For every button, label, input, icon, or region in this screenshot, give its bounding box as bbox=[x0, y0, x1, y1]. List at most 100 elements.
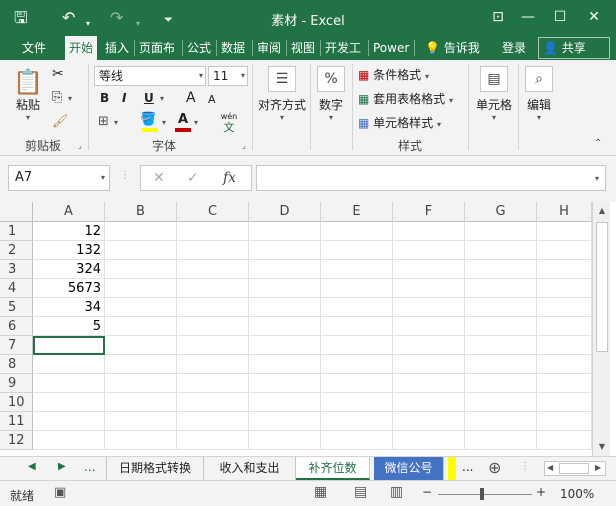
close-icon[interactable]: ✕ bbox=[582, 6, 606, 28]
cell-h2[interactable] bbox=[537, 241, 592, 260]
cell-f1[interactable] bbox=[393, 222, 465, 241]
cell-e11[interactable] bbox=[321, 412, 393, 431]
column-header-b[interactable]: B bbox=[105, 202, 177, 222]
scroll-down-icon[interactable]: ▼ bbox=[593, 442, 611, 451]
maximize-icon[interactable]: ☐ bbox=[548, 6, 572, 28]
cell-d9[interactable] bbox=[249, 374, 321, 393]
cell-h6[interactable] bbox=[537, 317, 592, 336]
scroll-up-icon[interactable]: ▲ bbox=[593, 206, 611, 215]
paste-button[interactable]: 📋 粘贴 ▾ bbox=[12, 68, 44, 128]
cell-f5[interactable] bbox=[393, 298, 465, 317]
row-header-7[interactable]: 7 bbox=[0, 336, 33, 355]
font-color-dropdown-icon[interactable]: ▾ bbox=[194, 118, 198, 127]
editing-button[interactable]: ⌕ 编辑 ▾ bbox=[522, 66, 556, 122]
cell-d2[interactable] bbox=[249, 241, 321, 260]
cancel-icon[interactable]: ✕ bbox=[153, 170, 165, 186]
font-color-button[interactable]: A bbox=[174, 112, 192, 132]
zoom-out-icon[interactable]: − bbox=[422, 485, 432, 499]
clipboard-launcher-icon[interactable]: ⌟ bbox=[78, 141, 82, 150]
column-header-g[interactable]: G bbox=[465, 202, 537, 222]
cell-b10[interactable] bbox=[105, 393, 177, 412]
cell-f7[interactable] bbox=[393, 336, 465, 355]
cell-d11[interactable] bbox=[249, 412, 321, 431]
page-break-view-icon[interactable]: ▥ bbox=[390, 484, 403, 500]
cell-a10[interactable] bbox=[33, 393, 105, 412]
cell-c11[interactable] bbox=[177, 412, 249, 431]
cell-a11[interactable] bbox=[33, 412, 105, 431]
cell-g1[interactable] bbox=[465, 222, 537, 241]
row-header-12[interactable]: 12 bbox=[0, 431, 33, 450]
font-launcher-icon[interactable]: ⌟ bbox=[242, 141, 246, 150]
copy-icon[interactable]: ⎘ bbox=[52, 90, 62, 105]
cell-c12[interactable] bbox=[177, 431, 249, 450]
cell-g6[interactable] bbox=[465, 317, 537, 336]
tab-split-grip-icon[interactable]: ⋮ bbox=[520, 461, 530, 472]
cells-button[interactable]: ▤ 单元格 ▾ bbox=[472, 66, 516, 122]
next-sheet-icon[interactable]: ▶ bbox=[58, 461, 66, 472]
formula-input[interactable]: ▾ bbox=[256, 165, 606, 191]
format-painter-icon[interactable]: 🖌 bbox=[52, 114, 69, 129]
cell-h12[interactable] bbox=[537, 431, 592, 450]
share-button[interactable]: 👤 共享 bbox=[538, 37, 610, 59]
sheet-ellipsis-left[interactable]: ... bbox=[84, 460, 95, 474]
cell-a4[interactable]: 5673 bbox=[33, 279, 105, 298]
cell-e9[interactable] bbox=[321, 374, 393, 393]
number-format-button[interactable]: % 数字 ▾ bbox=[314, 66, 348, 122]
cell-f9[interactable] bbox=[393, 374, 465, 393]
row-header-10[interactable]: 10 bbox=[0, 393, 33, 412]
cell-b6[interactable] bbox=[105, 317, 177, 336]
cell-d6[interactable] bbox=[249, 317, 321, 336]
phonetic-button[interactable]: wén 文 bbox=[218, 112, 240, 133]
cell-f6[interactable] bbox=[393, 317, 465, 336]
cell-e1[interactable] bbox=[321, 222, 393, 241]
scroll-right-icon[interactable]: ▶ bbox=[595, 463, 601, 472]
cell-e12[interactable] bbox=[321, 431, 393, 450]
cell-f8[interactable] bbox=[393, 355, 465, 374]
row-header-9[interactable]: 9 bbox=[0, 374, 33, 393]
tab-review[interactable]: 审阅 bbox=[253, 36, 285, 60]
cell-b5[interactable] bbox=[105, 298, 177, 317]
cell-a12[interactable] bbox=[33, 431, 105, 450]
cell-c3[interactable] bbox=[177, 260, 249, 279]
row-header-4[interactable]: 4 bbox=[0, 279, 33, 298]
cell-d7[interactable] bbox=[249, 336, 321, 355]
cell-d12[interactable] bbox=[249, 431, 321, 450]
tell-me-box[interactable]: 💡 告诉我 bbox=[421, 36, 484, 60]
cell-f4[interactable] bbox=[393, 279, 465, 298]
tab-file[interactable]: 文件 bbox=[18, 36, 50, 60]
cell-g4[interactable] bbox=[465, 279, 537, 298]
vertical-scroll-thumb[interactable] bbox=[596, 222, 608, 352]
cell-f12[interactable] bbox=[393, 431, 465, 450]
cell-g8[interactable] bbox=[465, 355, 537, 374]
cell-h3[interactable] bbox=[537, 260, 592, 279]
cell-d5[interactable] bbox=[249, 298, 321, 317]
tab-page-layout[interactable]: 页面布 bbox=[135, 36, 179, 60]
cell-c9[interactable] bbox=[177, 374, 249, 393]
cell-d4[interactable] bbox=[249, 279, 321, 298]
collapse-ribbon-icon[interactable]: ⌃ bbox=[594, 138, 602, 149]
cell-h11[interactable] bbox=[537, 412, 592, 431]
cell-f11[interactable] bbox=[393, 412, 465, 431]
cell-a6[interactable]: 5 bbox=[33, 317, 105, 336]
tab-developer[interactable]: 开发工 bbox=[321, 36, 365, 60]
cell-h10[interactable] bbox=[537, 393, 592, 412]
alignment-button[interactable]: ☰ 对齐方式 ▾ bbox=[256, 66, 308, 122]
cell-h1[interactable] bbox=[537, 222, 592, 241]
sheet-tab-income-expense[interactable]: 收入和支出 bbox=[204, 457, 296, 480]
horizontal-scroll-thumb[interactable] bbox=[559, 463, 589, 474]
sheet-tab-date-format[interactable]: 日期格式转换 bbox=[106, 457, 204, 480]
cell-g3[interactable] bbox=[465, 260, 537, 279]
cell-b9[interactable] bbox=[105, 374, 177, 393]
cell-styles-button[interactable]: ▦ 单元格样式 ▾ bbox=[358, 114, 441, 131]
cell-f3[interactable] bbox=[393, 260, 465, 279]
page-layout-view-icon[interactable]: ▤ bbox=[354, 484, 367, 500]
zoom-slider-thumb[interactable] bbox=[480, 488, 484, 500]
bold-button[interactable]: B bbox=[100, 91, 109, 105]
name-box[interactable]: A7 ▾ bbox=[8, 165, 110, 191]
row-header-11[interactable]: 11 bbox=[0, 412, 33, 431]
sign-in-button[interactable]: 登录 bbox=[498, 36, 530, 60]
font-name-combo[interactable]: 等线 ▾ bbox=[94, 66, 206, 86]
cell-d10[interactable] bbox=[249, 393, 321, 412]
cell-c5[interactable] bbox=[177, 298, 249, 317]
tab-data[interactable]: 数据 bbox=[217, 36, 249, 60]
